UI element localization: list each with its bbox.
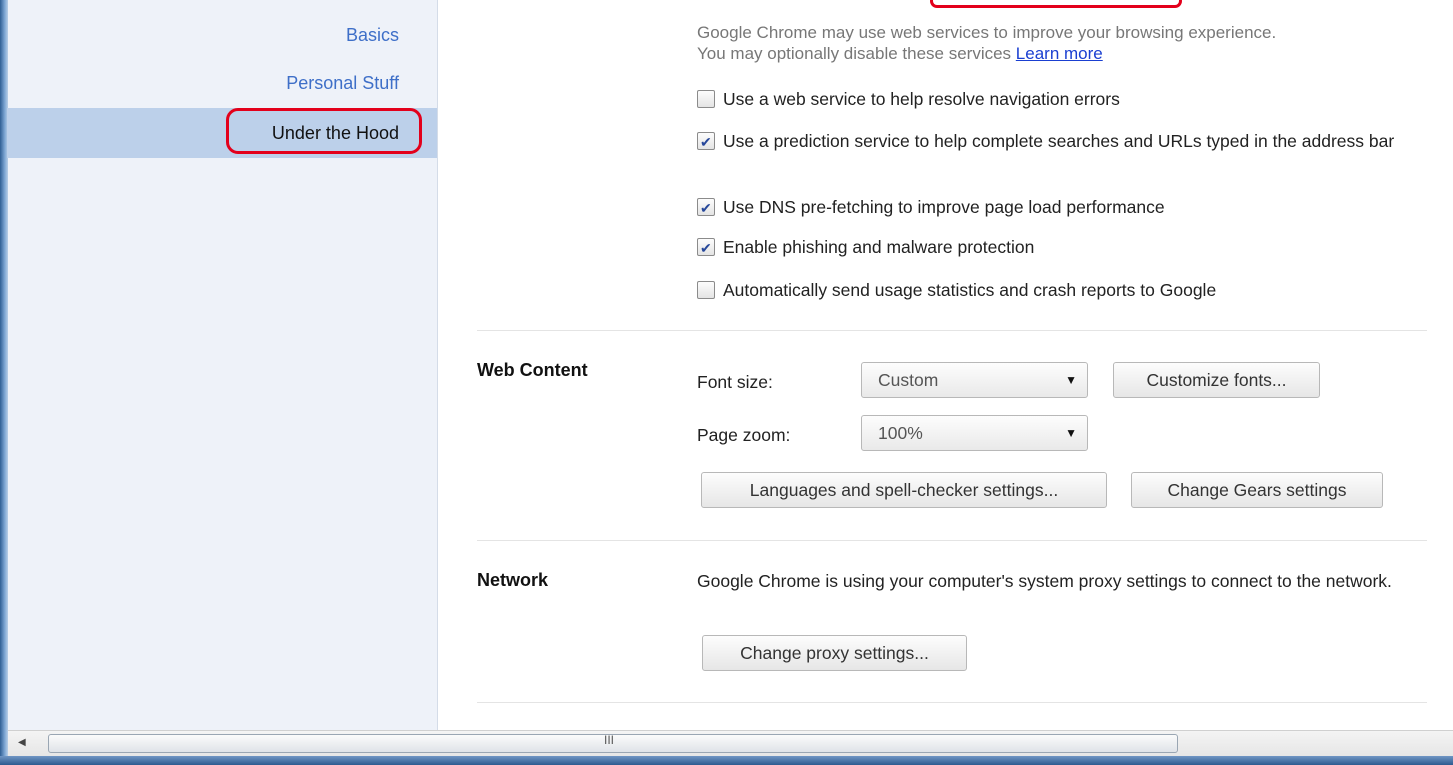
sidebar: Basics Personal Stuff Under the Hood	[7, 0, 438, 730]
privacy-description-line2: You may optionally disable these service…	[697, 44, 1012, 63]
option-label: Automatically send usage statistics and …	[723, 280, 1217, 300]
change-gears-button[interactable]: Change Gears settings	[1131, 472, 1383, 508]
font-size-value: Custom	[878, 370, 939, 390]
privacy-description: Google Chrome may use web services to im…	[697, 22, 1417, 64]
scrollbar-thumb[interactable]: III	[48, 733, 1178, 753]
sidebar-item-basics[interactable]: Basics	[7, 10, 437, 60]
option-usage-statistics[interactable]: Automatically send usage statistics and …	[697, 279, 1417, 301]
checkbox[interactable]	[697, 281, 715, 299]
section-divider	[477, 540, 1427, 541]
settings-content: Google Chrome may use web services to im…	[439, 0, 1453, 730]
option-prediction-service[interactable]: Use a prediction service to help complet…	[697, 130, 1417, 153]
section-divider	[477, 702, 1427, 703]
privacy-description-line1: Google Chrome may use web services to im…	[697, 23, 1277, 42]
section-title-web-content: Web Content	[477, 360, 588, 380]
option-label: Use DNS pre-fetching to improve page loa…	[723, 197, 1165, 217]
window-frame-bottom	[0, 756, 1453, 765]
page-zoom-select[interactable]: 100% ▼	[861, 415, 1088, 451]
section-title-network: Network	[477, 570, 549, 590]
checkbox-checked[interactable]	[697, 197, 715, 219]
page-zoom-value: 100%	[878, 423, 923, 443]
network-description: Google Chrome is using your computer's s…	[697, 571, 1392, 591]
option-dns-prefetching[interactable]: Use DNS pre-fetching to improve page loa…	[697, 196, 1417, 219]
languages-spellcheck-button[interactable]: Languages and spell-checker settings...	[701, 472, 1107, 508]
change-proxy-button[interactable]: Change proxy settings...	[702, 635, 967, 671]
font-size-label: Font size:	[697, 372, 773, 392]
scrollbar-grip-icon: III	[604, 733, 615, 747]
font-size-select[interactable]: Custom ▼	[861, 362, 1088, 398]
learn-more-link[interactable]: Learn more	[1016, 44, 1103, 63]
sidebar-item-label: Personal Stuff	[286, 73, 399, 93]
option-label: Enable phishing and malware protection	[723, 237, 1035, 257]
dropdown-arrow-icon: ▼	[1065, 426, 1077, 440]
sidebar-item-personal-stuff[interactable]: Personal Stuff	[7, 58, 437, 108]
customize-fonts-button[interactable]: Customize fonts...	[1113, 362, 1320, 398]
option-navigation-errors[interactable]: Use a web service to help resolve naviga…	[697, 88, 1417, 110]
section-divider	[477, 330, 1427, 331]
option-phishing-protection[interactable]: Enable phishing and malware protection	[697, 236, 1417, 259]
annotation-highlight-ring	[226, 108, 422, 154]
dropdown-arrow-icon: ▼	[1065, 373, 1077, 387]
checkbox-checked[interactable]	[697, 131, 715, 153]
checkbox-checked[interactable]	[697, 237, 715, 259]
option-label: Use a prediction service to help complet…	[723, 131, 1395, 151]
scroll-left-arrow-icon[interactable]: ◀	[18, 737, 26, 748]
page-zoom-label: Page zoom:	[697, 425, 791, 445]
horizontal-scrollbar[interactable]: ◀ III	[8, 730, 1453, 756]
checkbox[interactable]	[697, 90, 715, 108]
sidebar-item-label: Basics	[345, 25, 399, 45]
option-label: Use a web service to help resolve naviga…	[723, 89, 1120, 109]
